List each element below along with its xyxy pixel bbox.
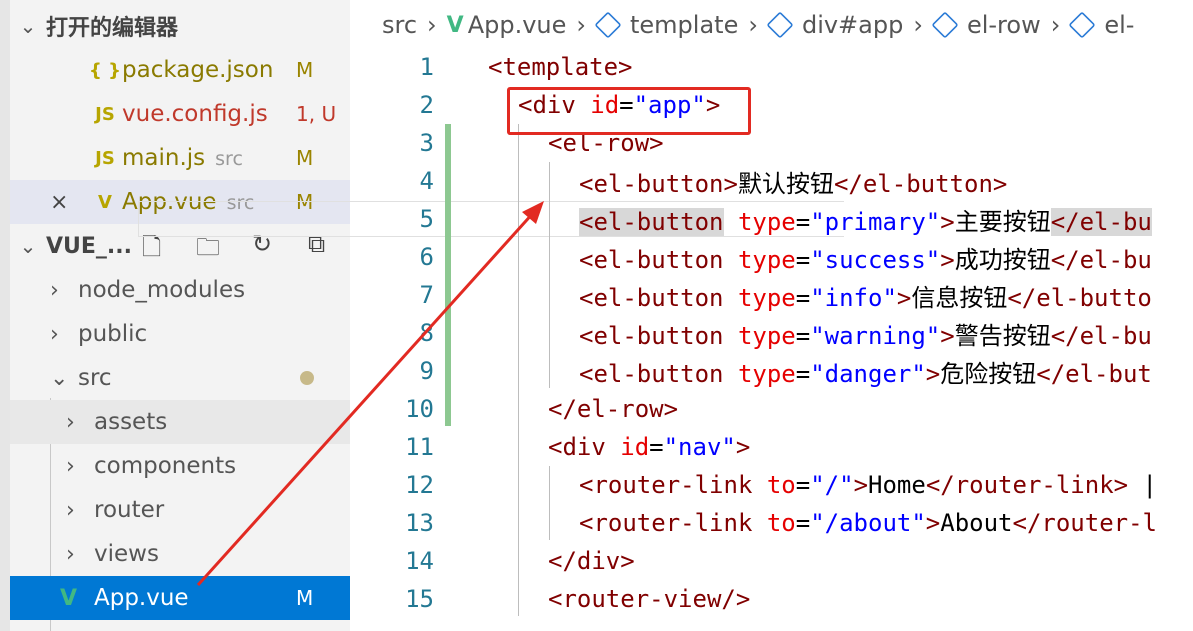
annotation-arrow [196, 201, 544, 587]
